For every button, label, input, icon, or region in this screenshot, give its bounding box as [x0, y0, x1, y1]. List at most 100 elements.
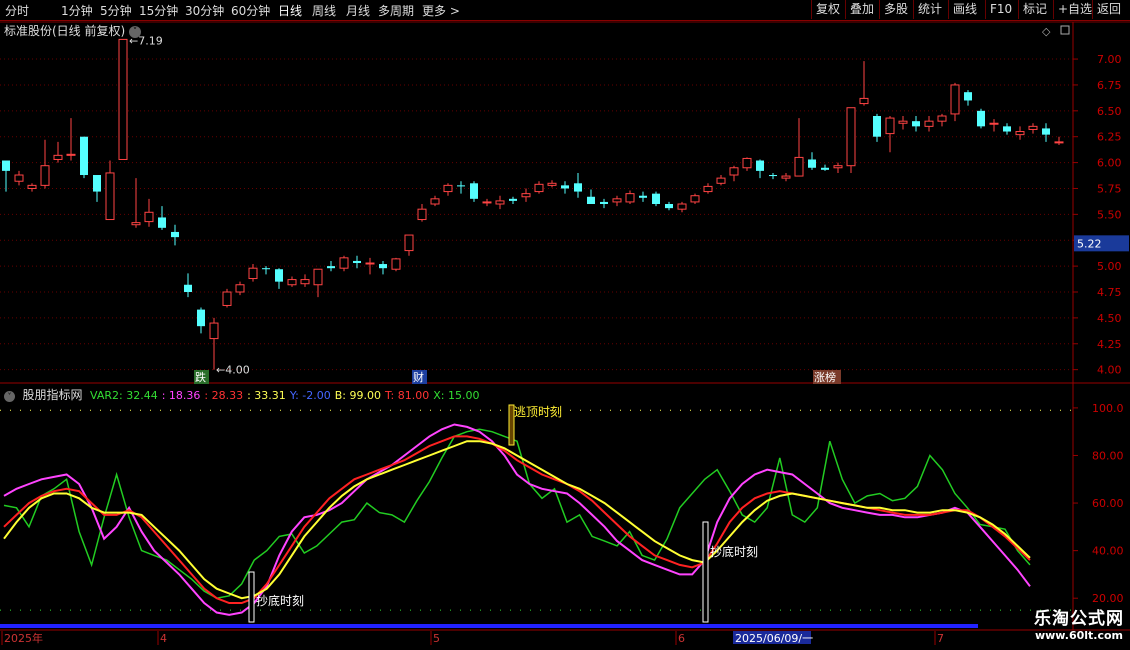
- candle-body-70: [912, 121, 920, 127]
- candle-body-27: [353, 260, 361, 264]
- period-tab-1[interactable]: 1分钟: [61, 2, 93, 19]
- legend-item-1: : 18.36: [161, 389, 201, 402]
- signal-label-2: 抄底时刻: [710, 544, 758, 559]
- candle-body-62: [808, 159, 816, 168]
- candle-body-45: [587, 196, 595, 204]
- candle-body-15: [197, 309, 205, 327]
- candle-body-56: [729, 167, 739, 176]
- candle-body-63: [821, 167, 829, 170]
- window-icon: [1060, 25, 1070, 35]
- price-tick-label-0: 7.00: [1097, 53, 1122, 66]
- candle-body-46: [600, 201, 608, 204]
- candle-body-20: [262, 268, 270, 270]
- candle-body-59: [769, 175, 777, 177]
- candle-body-79: [1028, 125, 1038, 130]
- candle-body-43: [561, 185, 569, 189]
- candle-body-8: [105, 172, 115, 221]
- candle-body-47: [612, 198, 622, 203]
- legend-item-3: : 33.31: [247, 389, 286, 402]
- candle-body-78: [1015, 131, 1025, 136]
- signal-label-1: 抄底时刻: [256, 593, 304, 608]
- indicator-series-2: [3, 435, 1031, 604]
- toolbar-action-1[interactable]: 叠加: [845, 0, 878, 19]
- toolbar-action-8[interactable]: 返回: [1092, 0, 1125, 19]
- candle-body-4: [53, 154, 63, 160]
- period-tab-9[interactable]: 多周期: [378, 2, 414, 19]
- toolbar-action-2[interactable]: 多股: [879, 0, 912, 19]
- period-tab-0[interactable]: 分时: [5, 2, 29, 19]
- period-tab-6[interactable]: 日线: [278, 2, 302, 19]
- candle-body-73: [950, 84, 960, 115]
- candle-body-81: [1054, 141, 1064, 144]
- candle-body-48: [625, 193, 635, 203]
- candle-body-57: [742, 157, 752, 169]
- xaxis-label-3: 6: [678, 632, 685, 645]
- chevron-down-icon[interactable]: ˅: [129, 25, 142, 38]
- price-tick-label-5: 5.75: [1097, 182, 1122, 195]
- price-tick-label-11: 4.25: [1097, 338, 1122, 351]
- toolbar-action-5[interactable]: F10: [985, 0, 1016, 19]
- legend-item-7: X: 15.00: [433, 389, 480, 402]
- watermark-line2: www.60lt.com: [1034, 629, 1124, 642]
- candle-body-65: [846, 107, 856, 167]
- xaxis-label-1: 4: [160, 632, 167, 645]
- indicator-name[interactable]: 股朋指标网: [23, 388, 83, 402]
- signal-bar-1: [248, 571, 255, 623]
- candle-body-61: [794, 156, 804, 177]
- signal-label-0: 逃顶时刻: [514, 405, 562, 419]
- candle-body-76: [989, 122, 999, 125]
- period-tab-2[interactable]: 5分钟: [100, 2, 132, 19]
- candle-body-30: [391, 258, 401, 270]
- candle-body-60: [781, 175, 791, 179]
- current-price-label: 5.22: [1077, 237, 1102, 250]
- candle-body-18: [235, 284, 245, 293]
- candle-body-44: [574, 183, 582, 192]
- candle-body-33: [430, 198, 440, 205]
- toolbar-action-4[interactable]: 画线: [948, 0, 981, 19]
- candle-body-38: [495, 200, 505, 205]
- candle-body-54: [703, 185, 713, 193]
- legend-item-2: : 28.33: [204, 389, 244, 402]
- candle-body-68: [885, 117, 895, 135]
- candle-body-6: [80, 136, 88, 176]
- candle-body-52: [677, 203, 687, 210]
- period-tab-10[interactable]: 更多 >: [422, 2, 460, 19]
- diamond-icon: ◇: [1042, 25, 1051, 38]
- toolbar-action-3[interactable]: 统计: [913, 0, 946, 19]
- candle-body-17: [222, 291, 232, 306]
- low-price-label: ←4.00: [216, 364, 250, 377]
- ind-tick-label-0: 100.0: [1092, 402, 1124, 415]
- period-tab-8[interactable]: 月线: [346, 2, 370, 19]
- candle-body-49: [639, 195, 647, 198]
- candle-body-40: [521, 193, 531, 198]
- candle-body-74: [964, 92, 972, 101]
- candle-body-22: [287, 279, 297, 286]
- candle-body-42: [547, 182, 557, 186]
- candle-body-2: [27, 184, 37, 189]
- period-tab-4[interactable]: 30分钟: [185, 2, 224, 19]
- price-tick-label-2: 6.50: [1097, 105, 1122, 118]
- candle-body-53: [690, 195, 700, 203]
- period-tab-3[interactable]: 15分钟: [139, 2, 178, 19]
- toolbar-action-7[interactable]: +自选: [1053, 0, 1096, 19]
- candle-body-51: [665, 204, 673, 209]
- indicator-gear-icon[interactable]: ˅: [4, 391, 15, 402]
- candle-body-55: [716, 177, 726, 184]
- candle-body-12: [158, 217, 166, 228]
- candle-body-50: [652, 193, 660, 204]
- price-tick-label-9: 4.75: [1097, 286, 1122, 299]
- watermark-line1: 乐淘公式网: [1034, 609, 1124, 629]
- toolbar-action-6[interactable]: 标记: [1018, 0, 1051, 19]
- candle-body-24: [313, 268, 323, 286]
- candle-body-75: [977, 110, 985, 127]
- period-tab-5[interactable]: 60分钟: [231, 2, 270, 19]
- toolbar-action-0[interactable]: 复权: [811, 0, 844, 19]
- candle-body-80: [1042, 128, 1050, 135]
- candle-body-7: [93, 175, 101, 192]
- main-chart-title: 标准股份(日线 前复权) ˅: [4, 22, 142, 39]
- period-tab-7[interactable]: 周线: [312, 2, 336, 19]
- candle-body-77: [1003, 126, 1011, 132]
- indicator-series-3: [3, 440, 1031, 600]
- candle-body-39: [509, 198, 517, 201]
- candle-body-37: [482, 201, 492, 204]
